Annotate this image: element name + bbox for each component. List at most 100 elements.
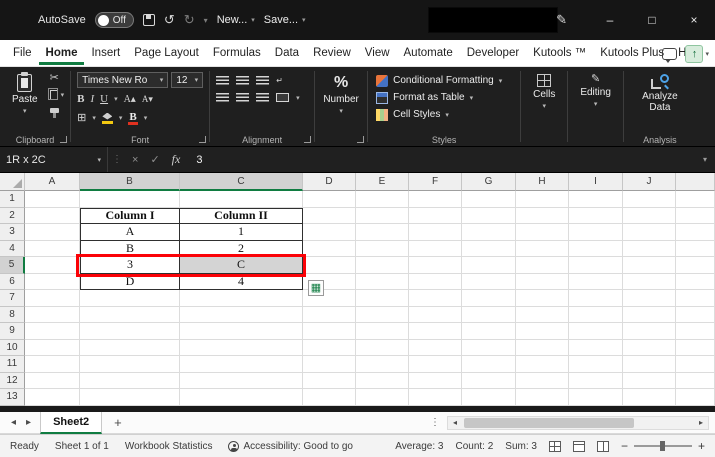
cell-D12[interactable] [303,373,356,390]
cell-I9[interactable] [569,323,623,340]
column-header-J[interactable]: J [623,173,676,191]
cell-I13[interactable] [569,389,623,406]
cell-E8[interactable] [356,307,409,324]
cell-F13[interactable] [409,389,462,406]
cut-button[interactable]: ✂ [50,72,65,85]
cell-A5[interactable] [25,257,80,274]
align-center-icon[interactable] [236,93,249,102]
cell-C9[interactable] [180,323,303,340]
cell-C11[interactable] [180,356,303,373]
cell-I8[interactable] [569,307,623,324]
workbook-statistics-button[interactable]: Workbook Statistics [125,441,213,452]
align-top-icon[interactable] [216,76,229,85]
zoom-in-button[interactable]: + [698,439,705,453]
cell-D11[interactable] [303,356,356,373]
cell-C6[interactable]: 4 [180,274,303,291]
cell-E7[interactable] [356,290,409,307]
cell-E3[interactable] [356,224,409,241]
cell-A8[interactable] [25,307,80,324]
save-icon[interactable] [143,14,155,26]
cell-G2[interactable] [462,208,516,225]
cell-C5[interactable]: C [180,257,303,274]
cell-B7[interactable] [80,290,180,307]
cell-A6[interactable] [25,274,80,291]
wrap-text-icon[interactable]: ↵ [276,76,283,85]
cell-B9[interactable] [80,323,180,340]
redo-icon[interactable]: ↻ [184,12,195,28]
share-button[interactable]: ↑ ▾ [685,45,709,63]
cell-A12[interactable] [25,373,80,390]
decrease-font-button[interactable]: A▾ [142,94,153,105]
autosave-toggle[interactable]: Off [95,12,134,28]
row-header-4[interactable]: 4 [0,241,25,258]
cell-G8[interactable] [462,307,516,324]
cell-F5[interactable] [409,257,462,274]
cell-E2[interactable] [356,208,409,225]
row-header-5[interactable]: 5 [0,257,25,274]
font-color-chevron-icon[interactable]: ▾ [144,114,148,122]
editing-button[interactable]: ✎ Editing ▾ [574,72,617,110]
cell-F7[interactable] [409,290,462,307]
column-header-I[interactable]: I [569,173,623,191]
cell-D10[interactable] [303,340,356,357]
search-box-redacted[interactable] [428,7,558,33]
merge-chevron-icon[interactable]: ▾ [296,94,300,102]
cell-H10[interactable] [516,340,569,357]
cell-F9[interactable] [409,323,462,340]
font-size-combo[interactable]: 12 ▾ [171,72,203,88]
close-button[interactable]: × [673,0,715,40]
cell-J3[interactable] [623,224,676,241]
align-bottom-icon[interactable] [256,76,269,85]
cell-H13[interactable] [516,389,569,406]
cell-I10[interactable] [569,340,623,357]
save-status[interactable]: Save... ▾ [264,14,306,26]
cell-D2[interactable] [303,208,356,225]
cell-G5[interactable] [462,257,516,274]
cell-J12[interactable] [623,373,676,390]
cell-E4[interactable] [356,241,409,258]
cell-E5[interactable] [356,257,409,274]
cell-A10[interactable] [25,340,80,357]
cell-I5[interactable] [569,257,623,274]
cell-H3[interactable] [516,224,569,241]
cell-J10[interactable] [623,340,676,357]
document-title[interactable]: New... ▾ [217,14,255,26]
zoom-out-button[interactable]: − [621,439,628,453]
scrollbar-track[interactable] [462,417,694,429]
cell-F1[interactable] [409,191,462,208]
cell-J9[interactable] [623,323,676,340]
cell-J4[interactable] [623,241,676,258]
cell-F4[interactable] [409,241,462,258]
cell-G4[interactable] [462,241,516,258]
restore-button[interactable]: □ [631,0,673,40]
row-header-10[interactable]: 10 [0,340,25,357]
menu-tab-data[interactable]: Data [268,42,306,65]
cell-F6[interactable] [409,274,462,291]
cell-I7[interactable] [569,290,623,307]
copy-button[interactable]: ▾ [50,88,65,101]
cell-H11[interactable] [516,356,569,373]
cell-A11[interactable] [25,356,80,373]
cell-I2[interactable] [569,208,623,225]
menu-tab-page-layout[interactable]: Page Layout [127,42,206,65]
zoom-slider-thumb[interactable] [660,441,665,451]
borders-chevron-icon[interactable]: ▾ [92,114,96,122]
align-right-icon[interactable] [256,93,269,102]
page-break-view-button[interactable] [597,441,609,452]
cell-E6[interactable] [356,274,409,291]
row-header-6[interactable]: 6 [0,274,25,291]
cell-H6[interactable] [516,274,569,291]
font-name-combo[interactable]: Times New Ro ▾ [77,72,168,88]
cell-B10[interactable] [80,340,180,357]
cell-D9[interactable] [303,323,356,340]
cell-A9[interactable] [25,323,80,340]
cell-C10[interactable] [180,340,303,357]
italic-button[interactable]: I [90,94,94,105]
underline-button[interactable]: U [100,94,108,105]
fill-chevron-icon[interactable]: ▾ [119,114,123,122]
cell-D3[interactable] [303,224,356,241]
cell-H5[interactable] [516,257,569,274]
row-header-3[interactable]: 3 [0,224,25,241]
row-header-13[interactable]: 13 [0,389,25,406]
cell-H4[interactable] [516,241,569,258]
